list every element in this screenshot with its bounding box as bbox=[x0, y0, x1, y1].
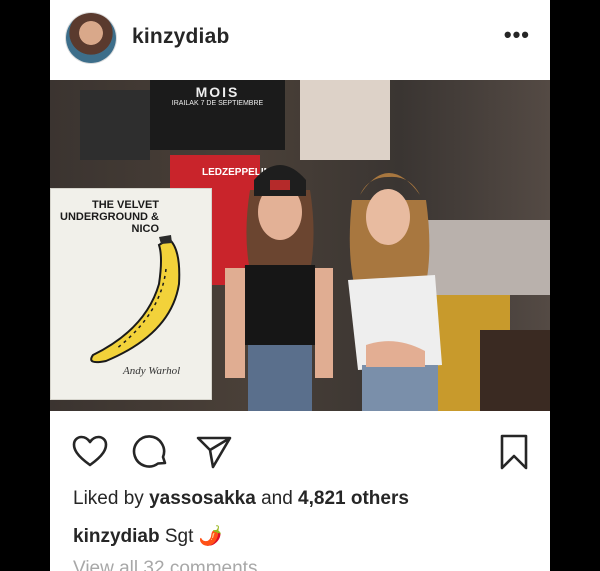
photo-cartoon-poster bbox=[300, 80, 390, 160]
bookmark-icon bbox=[500, 434, 528, 470]
likes-middle: and bbox=[261, 488, 293, 509]
post-actions bbox=[50, 411, 550, 491]
avatar[interactable] bbox=[66, 13, 116, 63]
heart-icon bbox=[72, 435, 108, 467]
likes-prefix: Liked by bbox=[73, 488, 144, 509]
likes-user-link[interactable]: yassosakka bbox=[149, 488, 256, 509]
likes-count-link[interactable]: 4,821 others bbox=[298, 488, 409, 509]
like-button[interactable] bbox=[71, 433, 109, 471]
chili-pepper-icon: 🌶️ bbox=[198, 526, 223, 547]
share-button[interactable] bbox=[195, 433, 233, 471]
post-card: kinzydiab ••• MOIS IRAILAK 7 DE SEPTIEMB… bbox=[50, 0, 550, 571]
comment-icon bbox=[132, 435, 167, 468]
photo-poster-top: MOIS IRAILAK 7 DE SEPTIEMBRE bbox=[150, 80, 285, 150]
comment-button[interactable] bbox=[132, 433, 170, 471]
post-username[interactable]: kinzydiab bbox=[132, 25, 230, 49]
photo-album-signature: Andy Warhol bbox=[123, 365, 181, 377]
post-header: kinzydiab ••• bbox=[50, 0, 550, 80]
banana-illustration bbox=[90, 235, 181, 364]
post-photo[interactable]: MOIS IRAILAK 7 DE SEPTIEMBRE LEDZEPPELIN… bbox=[50, 80, 550, 411]
left-black-border bbox=[0, 0, 50, 571]
photo-poster-left bbox=[80, 90, 150, 160]
person-right bbox=[348, 173, 442, 411]
person-left bbox=[225, 165, 333, 411]
photo-album-poster: THE VELVET UNDERGROUND & NICO Andy Warho… bbox=[50, 188, 212, 400]
caption-text: Sgt bbox=[164, 526, 194, 547]
save-button[interactable] bbox=[495, 433, 533, 471]
photo-guitar bbox=[480, 330, 550, 411]
view-comments-link[interactable]: View all 32 comments bbox=[73, 558, 257, 571]
more-options-icon[interactable]: ••• bbox=[504, 22, 530, 48]
photo-poster-top-text: IRAILAK 7 DE SEPTIEMBRE bbox=[171, 100, 264, 107]
photo-poster-top-title: MOIS bbox=[195, 84, 240, 100]
right-black-border bbox=[550, 0, 600, 571]
send-icon bbox=[196, 436, 232, 469]
caption-line: kinzydiab Sgt 🌶️ bbox=[73, 524, 222, 548]
likes-line: Liked by yassosakka and 4,821 others bbox=[73, 488, 409, 510]
caption-username[interactable]: kinzydiab bbox=[73, 526, 160, 547]
